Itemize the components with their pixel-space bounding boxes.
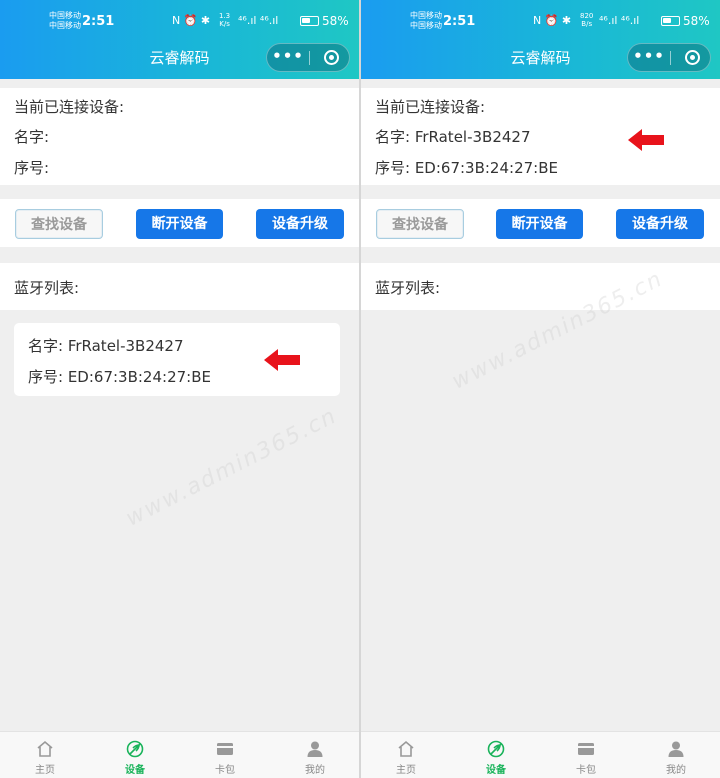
network-speed: 820 B/s [580,12,593,28]
connected-header: 当前已连接设备: [14,98,125,116]
tab-label: 我的 [305,765,325,776]
battery-fill [302,18,310,23]
top-bar: 中国移动 中国移动 2:51 N ⏰ ✱ 820 B/s ⁴⁶.ıl ⁴⁶.ıl… [361,0,720,79]
tab-label: 设备 [486,765,506,776]
user-icon [307,741,323,757]
carrier-label: 中国移动 中国移动 [410,11,442,31]
leaf-icon [487,740,505,758]
target-circle-icon[interactable] [324,50,339,65]
find-device-button[interactable]: 查找设备 [15,209,103,239]
tab-device[interactable]: 设备 [451,732,541,778]
tab-label: 设备 [125,765,145,776]
speed-unit: B/s [581,20,593,28]
bottom-tabbar: 主页 设备 卡包 我的 [361,731,720,778]
action-bar: 查找设备 断开设备 设备升级 [361,199,720,247]
bluetooth-list-header: 蓝牙列表: [361,263,720,310]
tab-profile[interactable]: 我的 [270,732,359,778]
home-icon [37,740,53,757]
bluetooth-list-title: 蓝牙列表: [375,279,441,297]
tab-label: 卡包 [576,765,596,776]
tab-label: 主页 [396,765,416,776]
battery-icon [661,16,680,26]
home-icon [398,740,414,757]
tab-label: 我的 [666,765,686,776]
battery-icon [300,16,319,26]
disconnect-device-button[interactable]: 断开设备 [136,209,223,239]
connected-device-card: 当前已连接设备: 名字: FrRatel-3B2427 序号: ED:67:3B… [361,88,720,185]
tab-device[interactable]: 设备 [90,732,180,778]
leaf-icon [126,740,144,758]
signal-icon: ⁴⁶.ıl ⁴⁶.ıl [599,14,640,27]
right-phone-screen: 中国移动 中国移动 2:51 N ⏰ ✱ 820 B/s ⁴⁶.ıl ⁴⁶.ıl… [361,0,720,778]
status-time: 2:51 [443,14,476,29]
carrier-line-1: 中国移动 [49,11,81,20]
capsule-divider [309,51,310,65]
carrier-line-1: 中国移动 [410,11,442,20]
target-circle-icon[interactable] [685,50,700,65]
card-icon [578,743,594,755]
disconnect-device-button[interactable]: 断开设备 [496,209,583,239]
bottom-tabbar: 主页 设备 卡包 我的 [0,731,359,778]
battery-fill [663,18,671,23]
mini-program-capsule: ••• [266,43,350,72]
top-bar: 中国移动 中国移动 2:51 N ⏰ ✱ 1.3 K/s ⁴⁶.ıl ⁴⁶.ıl… [0,0,359,79]
tab-label: 主页 [35,765,55,776]
card-icon [217,743,233,755]
screenshot-comparison: 中国移动 中国移动 2:51 N ⏰ ✱ 1.3 K/s ⁴⁶.ıl ⁴⁶.ıl… [0,0,720,778]
connected-name: 名字: FrRatel-3B2427 [375,128,531,146]
connected-serial: 序号: [14,159,50,177]
battery-percent: 58% [322,14,349,28]
speed-unit: K/s [219,20,230,28]
speed-value: 820 [580,12,594,20]
connected-name: 名字: [14,128,50,146]
left-phone-screen: 中国移动 中国移动 2:51 N ⏰ ✱ 1.3 K/s ⁴⁶.ıl ⁴⁶.ıl… [0,0,359,778]
carrier-label: 中国移动 中国移动 [49,11,81,31]
tab-cards[interactable]: 卡包 [541,732,631,778]
speed-value: 1.3 [219,12,231,20]
find-device-button[interactable]: 查找设备 [376,209,464,239]
network-speed: 1.3 K/s [219,12,230,28]
battery-percent: 58% [683,14,710,28]
tab-label: 卡包 [215,765,235,776]
upgrade-device-button[interactable]: 设备升级 [256,209,344,239]
tab-home[interactable]: 主页 [361,732,451,778]
connected-header: 当前已连接设备: [375,98,486,116]
status-icons: N ⏰ ✱ [172,14,211,27]
bluetooth-list-header: 蓝牙列表: [0,263,359,310]
tab-profile[interactable]: 我的 [631,732,720,778]
status-time: 2:51 [82,14,115,29]
tab-cards[interactable]: 卡包 [180,732,270,778]
red-arrow-icon [264,349,300,371]
device-name: 名字: FrRatel-3B2427 [28,337,184,355]
signal-icon: ⁴⁶.ıl ⁴⁶.ıl [238,14,279,27]
mini-program-capsule: ••• [627,43,711,72]
capsule-divider [670,51,671,65]
status-icons: N ⏰ ✱ [533,14,572,27]
tab-home[interactable]: 主页 [0,732,90,778]
connected-serial: 序号: ED:67:3B:24:27:BE [375,159,558,177]
more-dots-icon[interactable]: ••• [628,44,670,71]
watermark: www.admin365.cn [122,403,342,532]
more-dots-icon[interactable]: ••• [267,44,309,71]
bluetooth-list-title: 蓝牙列表: [14,279,80,297]
carrier-line-2: 中国移动 [410,21,442,30]
action-bar: 查找设备 断开设备 设备升级 [0,199,359,247]
connected-device-card: 当前已连接设备: 名字: 序号: [0,88,359,185]
user-icon [668,741,684,757]
device-serial: 序号: ED:67:3B:24:27:BE [28,368,211,386]
carrier-line-2: 中国移动 [49,21,81,30]
red-arrow-icon [628,129,664,151]
upgrade-device-button[interactable]: 设备升级 [616,209,704,239]
